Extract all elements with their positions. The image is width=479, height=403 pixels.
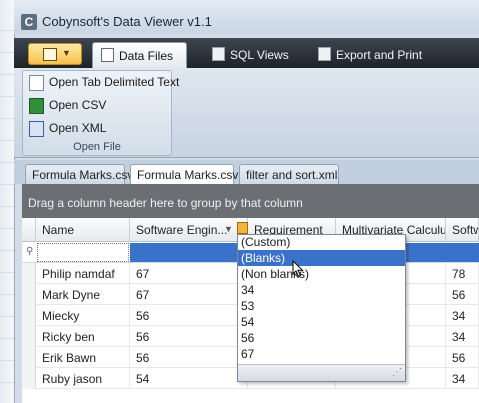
filter-option[interactable]: 34 — [238, 282, 405, 298]
app-icon[interactable]: C — [21, 14, 37, 30]
background-grid-strip — [0, 30, 14, 403]
open-tab-delimited-button[interactable]: Open Tab Delimited Text — [27, 72, 179, 92]
row-indicator[interactable] — [22, 263, 36, 284]
table-cell[interactable]: 56 — [130, 305, 248, 326]
open-xml-button[interactable]: Open XML — [27, 118, 169, 138]
table-cell[interactable]: 56 — [446, 284, 479, 305]
tab-data-files-label: Data Files — [119, 49, 174, 63]
filter-dropdown-footer — [238, 364, 405, 381]
row-indicator[interactable] — [22, 305, 36, 326]
row-indicator[interactable] — [22, 326, 36, 347]
table-cell[interactable]: Erik Bawn — [36, 347, 130, 368]
table-cell[interactable]: 56 — [446, 347, 479, 368]
filter-option[interactable]: 54 — [238, 314, 405, 330]
table-cell[interactable]: 78 — [446, 263, 479, 284]
table-cell[interactable]: Ruby jason — [36, 368, 130, 389]
filter-option[interactable]: 67 — [238, 346, 405, 362]
document-icon — [101, 48, 114, 62]
column-header-software-2[interactable]: Softw — [446, 218, 479, 242]
resize-grip-icon[interactable]: ⋰ — [392, 367, 402, 378]
app-menu-button[interactable]: ▼ — [28, 43, 82, 65]
name-filter-cell[interactable] — [37, 243, 129, 262]
table-cell[interactable]: Ricky ben — [36, 326, 130, 347]
document-tab-formula-marks-1[interactable]: Formula Marks.csv — [25, 164, 133, 184]
table-cell[interactable]: 34 — [446, 305, 479, 326]
csv-file-icon — [29, 98, 44, 114]
window-title: Cobynsoft's Data Viewer v1.1 — [42, 14, 212, 29]
filter-option[interactable]: (Custom) — [238, 234, 405, 250]
app-menu-icon — [43, 48, 57, 61]
document-tab-filter-sort[interactable]: filter and sort.xml — [239, 164, 339, 184]
tab-export-print-label: Export and Print — [336, 48, 423, 62]
open-csv-label: Open CSV — [49, 98, 107, 112]
filter-option[interactable]: (Blanks) — [238, 250, 405, 266]
table-cell[interactable]: 67 — [130, 284, 248, 305]
printer-icon — [318, 47, 331, 61]
table-cell[interactable]: Miecky — [36, 305, 130, 326]
table-cell[interactable]: 56 — [130, 326, 248, 347]
document-tab-formula-marks-2[interactable]: Formula Marks.csv — [130, 164, 238, 185]
tab-export-print[interactable]: Export and Print — [310, 42, 423, 68]
row-indicator[interactable] — [22, 284, 36, 305]
table-cell[interactable]: 56 — [130, 347, 248, 368]
text-file-icon — [29, 75, 44, 91]
open-tab-delimited-label: Open Tab Delimited Text — [49, 75, 180, 89]
table-cell[interactable]: 54 — [130, 368, 248, 389]
tab-sql-views[interactable]: SQL Views — [204, 42, 294, 68]
table-cell[interactable]: Mark Dyne — [36, 284, 130, 305]
filter-option[interactable]: 56 — [238, 330, 405, 346]
sort-descending-icon[interactable]: ▼ — [224, 224, 233, 234]
filter-row-icon: ⚲ — [26, 246, 34, 257]
row-indicator[interactable] — [22, 368, 36, 389]
sql-view-icon — [212, 47, 225, 61]
open-file-group-label: Open File — [73, 141, 121, 153]
table-cell[interactable]: 34 — [446, 326, 479, 347]
column-filter-icon[interactable] — [237, 222, 248, 234]
filter-option[interactable]: 53 — [238, 298, 405, 314]
row-indicator-header — [22, 218, 36, 242]
column-header-name[interactable]: Name — [36, 218, 130, 242]
table-cell[interactable]: Philip namdaf — [36, 263, 130, 284]
chevron-down-icon: ▼ — [62, 48, 71, 58]
tab-data-files[interactable]: Data Files — [92, 42, 187, 68]
row-indicator[interactable] — [22, 347, 36, 368]
mouse-cursor-icon — [292, 260, 304, 278]
open-xml-label: Open XML — [49, 121, 107, 135]
filter-option[interactable]: (Non blanks) — [238, 266, 405, 282]
open-csv-button[interactable]: Open CSV — [27, 95, 169, 115]
xml-file-icon — [29, 121, 44, 137]
tab-sql-views-label: SQL Views — [230, 48, 289, 62]
table-cell[interactable]: 34 — [446, 368, 479, 389]
group-by-hint: Drag a column header here to group by th… — [28, 196, 303, 210]
table-cell[interactable]: 67 — [130, 263, 248, 284]
